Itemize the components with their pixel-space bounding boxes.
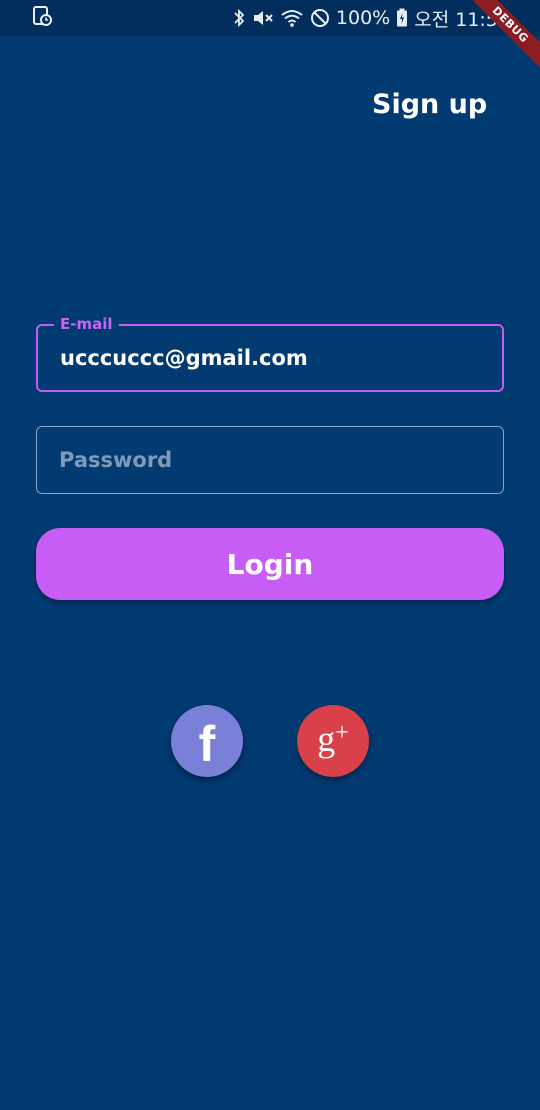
facebook-icon: f bbox=[198, 716, 216, 772]
google-plus-icon-g: g bbox=[317, 719, 336, 759]
google-plus-icon-plus: + bbox=[335, 720, 349, 746]
bluetooth-icon bbox=[232, 8, 246, 28]
status-bar: 100% 오전 11:54 bbox=[0, 0, 540, 36]
email-field-value[interactable]: ucccuccc@gmail.com bbox=[60, 345, 308, 371]
clock-time: 오전 11:54 bbox=[414, 8, 510, 31]
battery-percent: 100% bbox=[335, 7, 391, 29]
battery-icon bbox=[396, 8, 408, 28]
password-field-placeholder: Password bbox=[59, 448, 173, 472]
google-plus-icon: g+ bbox=[317, 721, 349, 757]
password-field[interactable]: Password bbox=[36, 426, 504, 494]
status-left bbox=[32, 5, 52, 31]
email-field[interactable]: E-mail ucccuccc@gmail.com bbox=[36, 314, 504, 392]
wifi-icon bbox=[280, 8, 304, 28]
status-right: 100% 오전 11:54 bbox=[232, 5, 510, 32]
screen-record-icon bbox=[32, 5, 52, 31]
email-field-label: E-mail bbox=[54, 314, 119, 334]
do-not-disturb-icon bbox=[310, 8, 330, 28]
google-plus-login-button[interactable]: g+ bbox=[297, 705, 369, 777]
facebook-login-button[interactable]: f bbox=[171, 705, 243, 777]
login-button[interactable]: Login bbox=[36, 528, 504, 600]
mute-icon bbox=[252, 8, 274, 28]
signup-link[interactable]: Sign up bbox=[372, 89, 487, 120]
